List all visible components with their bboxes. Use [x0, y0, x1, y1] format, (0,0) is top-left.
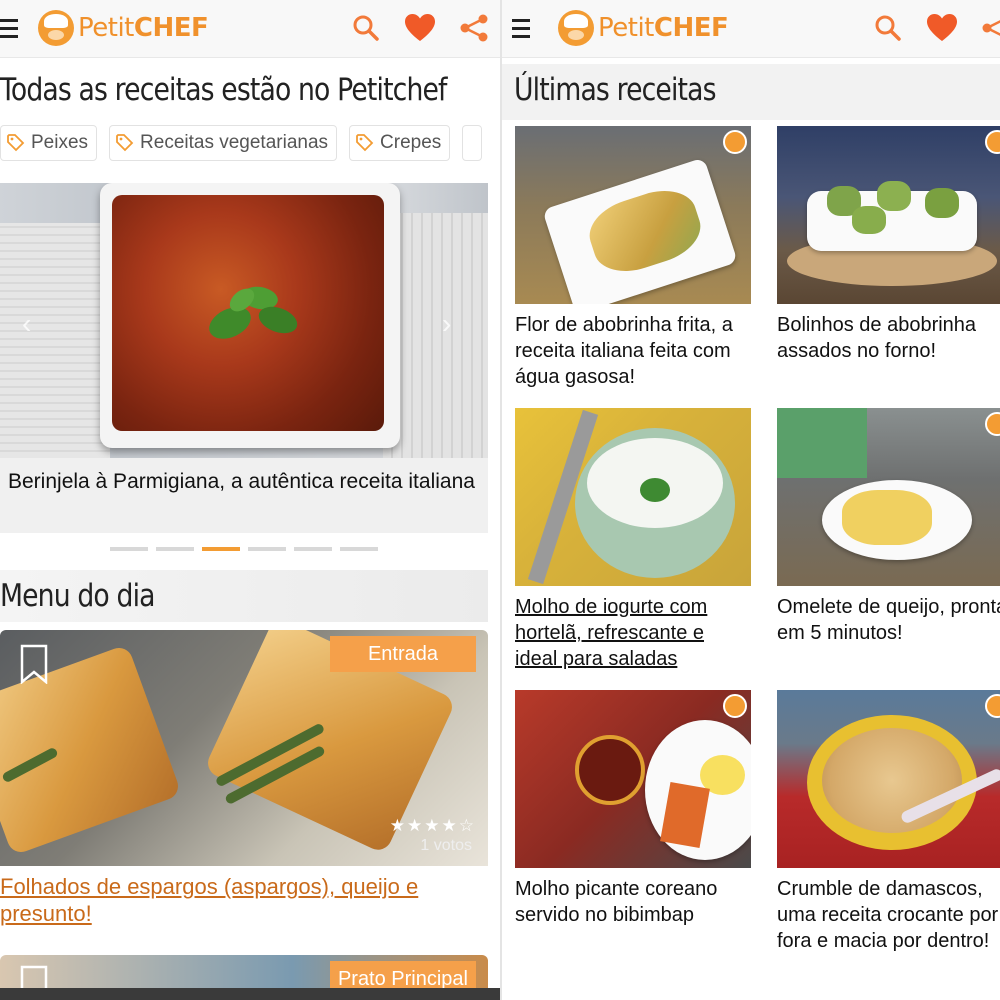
- recipe-card[interactable]: Molho picante coreano servido no bibimba…: [515, 690, 751, 990]
- recipe-image[interactable]: [515, 408, 751, 586]
- star-filled-icon: ★: [389, 816, 405, 835]
- recipe-image[interactable]: [515, 690, 751, 868]
- chef-badge-icon: [723, 694, 747, 718]
- basil-garnish: [209, 286, 298, 339]
- chef-badge-icon: [985, 412, 1000, 436]
- app-header: PetitCHEF: [0, 0, 500, 58]
- carousel-pagination: [110, 547, 378, 551]
- recipe-title[interactable]: Crumble de damascos, uma receita crocant…: [777, 876, 1000, 954]
- menu-recipe-link[interactable]: Folhados de espargos (aspargos), queijo …: [0, 873, 490, 927]
- search-icon[interactable]: [350, 12, 382, 44]
- carousel-prev-arrow[interactable]: ‹: [22, 308, 31, 340]
- petitchef-logo[interactable]: PetitCHEF: [558, 10, 729, 46]
- latest-section-header: Últimas receitas: [502, 64, 1000, 120]
- logo-text-petit: Petit: [598, 13, 654, 43]
- recipe-image[interactable]: [777, 408, 1000, 586]
- recipe-card[interactable]: Molho de iogurte com hortelã, refrescant…: [515, 408, 751, 678]
- tag-label: Crepes: [380, 132, 442, 153]
- petitchef-logo[interactable]: PetitCHEF: [38, 10, 209, 46]
- rating-stars: ★ ★ ★ ★ ☆: [390, 816, 474, 836]
- latest-section-title: Últimas receitas: [514, 72, 716, 108]
- carousel-dot[interactable]: [340, 547, 378, 551]
- carousel-dot[interactable]: [156, 547, 194, 551]
- recipe-title[interactable]: Molho de iogurte com hortelã, refrescant…: [515, 594, 751, 672]
- logo-text-chef: CHEF: [133, 13, 209, 43]
- tag-label: Peixes: [31, 132, 89, 153]
- chef-badge-icon: [985, 694, 1000, 718]
- recipe-card[interactable]: Crumble de damascos, uma receita crocant…: [777, 690, 1000, 990]
- hamburger-icon[interactable]: [0, 19, 22, 39]
- carousel-dot[interactable]: [248, 547, 286, 551]
- logo-text-chef: CHEF: [653, 13, 729, 43]
- recipe-title[interactable]: Molho picante coreano servido no bibimba…: [515, 876, 751, 928]
- tag-list: Peixes Receitas vegetarianas Crepes: [0, 125, 483, 161]
- carousel-dot[interactable]: [294, 547, 332, 551]
- recipe-image[interactable]: [777, 126, 1000, 304]
- tag-icon: [116, 134, 134, 152]
- recipe-image[interactable]: [777, 690, 1000, 868]
- recipe-title[interactable]: Flor de abobrinha frita, a receita itali…: [515, 312, 751, 390]
- tag-label: Receitas vegetarianas: [140, 132, 329, 153]
- bookmark-icon[interactable]: [20, 644, 48, 684]
- chef-logo-icon: [38, 10, 74, 46]
- share-icon[interactable]: [458, 12, 490, 44]
- system-nav-bar: [0, 988, 500, 1000]
- featured-carousel[interactable]: ‹ › Berinjela à Parmigiana, a autêntica …: [0, 183, 488, 533]
- app-header: PetitCHEF: [502, 0, 1000, 58]
- right-screen: PetitCHEF Últimas receitas Flor de abobr…: [500, 0, 1000, 1000]
- menu-recipe-card[interactable]: Entrada ★ ★ ★ ★ ☆ 1 votos: [0, 630, 488, 866]
- logo-text-petit: Petit: [78, 13, 134, 43]
- tag-chip-crepes[interactable]: Crepes: [349, 125, 451, 161]
- recipe-title[interactable]: Bolinhos de abobrinha assados no forno!: [777, 312, 1000, 364]
- recipe-card[interactable]: Omelete de queijo, pronta em 5 minutos!: [777, 408, 1000, 678]
- tag-icon: [7, 134, 25, 152]
- hamburger-icon[interactable]: [512, 19, 534, 39]
- tag-chip-peixes[interactable]: Peixes: [0, 125, 98, 161]
- left-screen: PetitCHEF Todas as receitas estão no Pet…: [0, 0, 500, 1000]
- featured-recipe-title[interactable]: Berinjela à Parmigiana, a autêntica rece…: [8, 468, 478, 495]
- tag-icon: [356, 134, 374, 152]
- menu-section-title: Menu do dia: [0, 578, 155, 614]
- heart-icon[interactable]: [926, 12, 958, 44]
- chef-logo-icon: [558, 10, 594, 46]
- recipe-card[interactable]: Bolinhos de abobrinha assados no forno!: [777, 126, 1000, 396]
- menu-section-header: Menu do dia: [0, 570, 488, 622]
- star-empty-icon: ☆: [458, 816, 474, 835]
- carousel-next-arrow[interactable]: ›: [442, 308, 451, 340]
- heart-icon[interactable]: [404, 12, 436, 44]
- tag-chip-partial[interactable]: [462, 125, 483, 161]
- featured-recipe-image[interactable]: ‹ ›: [0, 183, 488, 458]
- vote-count: 1 votos: [420, 837, 472, 854]
- tag-chip-receitas-vegetarianas[interactable]: Receitas vegetarianas: [109, 125, 338, 161]
- star-filled-icon: ★: [441, 816, 457, 835]
- chef-badge-icon: [985, 130, 1000, 154]
- carousel-dot[interactable]: [110, 547, 148, 551]
- carousel-dot-active[interactable]: [202, 547, 240, 551]
- share-icon[interactable]: [980, 12, 1000, 44]
- course-badge: Entrada: [329, 636, 476, 672]
- recipe-card[interactable]: Flor de abobrinha frita, a receita itali…: [515, 126, 751, 396]
- recipe-title[interactable]: Omelete de queijo, pronta em 5 minutos!: [777, 594, 1000, 646]
- chef-badge-icon: [723, 130, 747, 154]
- star-filled-icon: ★: [424, 816, 440, 835]
- search-icon[interactable]: [872, 12, 904, 44]
- star-filled-icon: ★: [407, 816, 423, 835]
- recipe-image[interactable]: [515, 126, 751, 304]
- page-title: Todas as receitas estão no Petitchef: [0, 72, 447, 108]
